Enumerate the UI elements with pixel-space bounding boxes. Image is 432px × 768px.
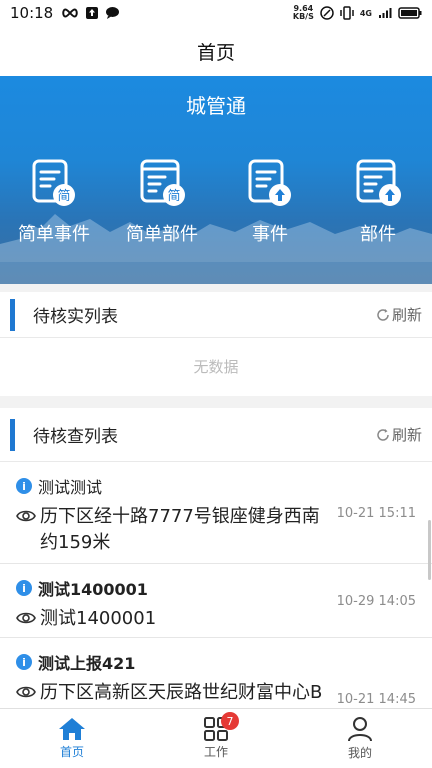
network-type: 4G	[359, 8, 372, 18]
nav-mine[interactable]: 我的	[288, 709, 432, 768]
nav-home[interactable]: 首页	[0, 709, 144, 768]
pending-verify-card: 待核实列表 刷新 无数据	[0, 292, 432, 396]
list-item[interactable]: i 测试上报421 历下区高新区天辰路世纪财富中心B座济南新区龙湾 10-21 …	[0, 638, 432, 708]
simple-part-icon: 简	[140, 159, 185, 206]
section-marker	[10, 418, 15, 451]
info-icon: i	[16, 580, 32, 596]
message-icon	[106, 7, 120, 19]
scrollbar[interactable]	[428, 520, 431, 580]
work-badge: 7	[221, 712, 239, 730]
refresh-icon	[377, 308, 389, 321]
page-title: 首页	[196, 41, 235, 64]
pending-check-card: 待核查列表 刷新 i 测试测试 历下区经十路7777号银座健身西南约159米 1…	[0, 408, 432, 708]
nav-home-label: 首页	[59, 745, 84, 759]
event-label: 事件	[252, 224, 288, 245]
list-item[interactable]: i 测试1400001 测试1400001 10-29 14:05	[0, 564, 432, 638]
list-item[interactable]: i 测试测试 历下区经十路7777号银座健身西南约159米 10-21 15:1…	[0, 462, 432, 564]
info-icon: i	[16, 654, 32, 670]
refresh-label: 刷新	[391, 426, 422, 444]
nav-work[interactable]: 工作	[144, 709, 288, 768]
part-button[interactable]: 部件	[324, 158, 432, 246]
item-address: 历下区高新区天辰路世纪财富中心B座济南新区龙湾	[40, 682, 323, 703]
item-date: 10-21 15:11	[336, 506, 416, 521]
svg-text:简: 简	[167, 188, 180, 204]
simple-event-button[interactable]: 简 简单事件	[0, 158, 108, 246]
item-title: 测试上报421	[38, 654, 136, 673]
upload-box-icon	[86, 7, 99, 19]
status-time: 10:18	[10, 4, 54, 22]
signal-icon	[379, 8, 392, 18]
pending-check-refresh-button[interactable]: 刷新	[376, 424, 422, 445]
net-speed: 9.64 KB/S	[292, 4, 314, 21]
refresh-label: 刷新	[391, 306, 422, 324]
item-address: 历下区经十路7777号银座健身西南约159米	[40, 506, 320, 553]
item-date: 10-29 14:05	[336, 594, 416, 609]
part-label: 部件	[360, 224, 396, 245]
info-icon: i	[16, 478, 32, 494]
eye-icon	[16, 686, 36, 698]
nav-work-label: 工作	[203, 745, 228, 759]
event-upload-icon	[248, 159, 291, 206]
item-address: 测试1400001	[40, 608, 157, 629]
bottom-nav: 首页 工作 我的 7	[0, 708, 432, 768]
user-icon	[348, 717, 372, 742]
status-bar: 10:18 9.64 KB/S 4G	[0, 0, 432, 26]
pending-check-title: 待核查列表	[33, 427, 118, 447]
eye-icon	[16, 612, 36, 624]
section-marker	[10, 298, 15, 331]
simple-part-label: 简单部件	[126, 224, 198, 245]
pending-verify-refresh-button[interactable]: 刷新	[376, 304, 422, 325]
simple-event-label: 简单事件	[18, 224, 90, 245]
item-title: 测试测试	[38, 478, 103, 497]
eye-icon	[16, 510, 36, 522]
svg-text:简: 简	[57, 188, 70, 204]
nav-mine-label: 我的	[347, 746, 372, 760]
nfc-icon	[320, 6, 334, 20]
battery-icon	[398, 7, 422, 19]
event-button[interactable]: 事件	[216, 158, 324, 246]
empty-state: 无数据	[193, 357, 239, 376]
banner-title: 城管通	[186, 94, 246, 118]
home-icon	[59, 718, 85, 740]
item-title: 测试1400001	[38, 580, 148, 599]
banner: 城管通 简 简单事件 简 简单部件 事件 部件	[0, 76, 432, 284]
part-upload-icon	[356, 159, 401, 206]
vibrate-icon	[340, 6, 354, 20]
infinity-icon	[62, 8, 78, 18]
refresh-icon	[377, 428, 389, 441]
item-date: 10-21 14:45	[336, 692, 416, 707]
simple-part-button[interactable]: 简 简单部件	[108, 158, 216, 246]
simple-event-icon: 简	[32, 159, 75, 206]
pending-verify-title: 待核实列表	[33, 307, 118, 327]
title-bar: 首页	[0, 26, 432, 76]
